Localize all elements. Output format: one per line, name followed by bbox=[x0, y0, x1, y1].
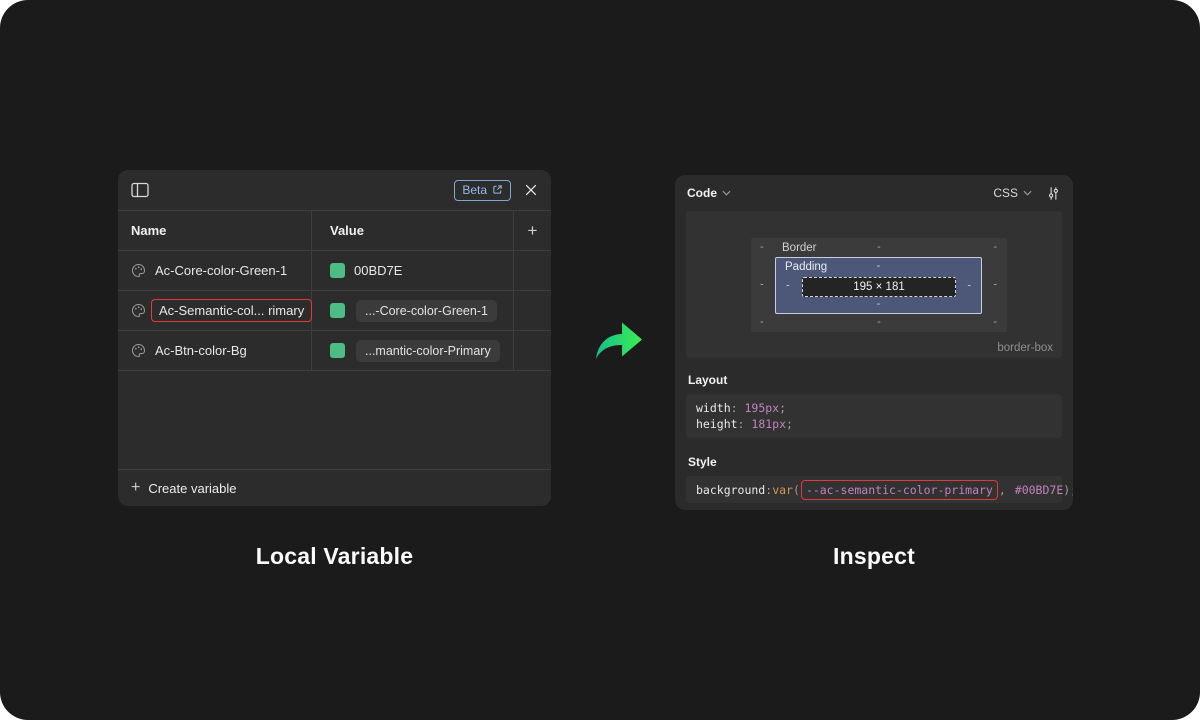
fallback-hex-value: #00BD7E bbox=[1015, 482, 1063, 498]
variable-value-cell[interactable]: ...-Core-color-Green-1 bbox=[312, 291, 514, 330]
padding-right-value: - bbox=[967, 280, 971, 291]
variable-name-cell[interactable]: Ac-Btn-color-Bg bbox=[118, 331, 312, 370]
border-bottom-value: - bbox=[877, 317, 881, 328]
palette-icon bbox=[131, 343, 146, 358]
create-variable-label: Create variable bbox=[148, 481, 236, 496]
beta-badge[interactable]: Beta bbox=[454, 180, 511, 201]
variable-value-cell[interactable]: 00BD7E bbox=[312, 251, 514, 290]
variable-name-cell[interactable]: Ac-Core-color-Green-1 bbox=[118, 251, 312, 290]
green-arrow bbox=[592, 317, 644, 363]
color-swatch[interactable] bbox=[330, 263, 345, 278]
border-right-value: - bbox=[993, 280, 997, 291]
annotation-highlight-box: --ac-semantic-color-primary bbox=[801, 480, 998, 500]
var-function: var bbox=[772, 482, 793, 498]
inspect-panel: Code CSS bbox=[675, 175, 1073, 510]
palette-icon bbox=[131, 303, 146, 318]
chevron-down-icon[interactable] bbox=[722, 190, 731, 196]
css-language-dropdown[interactable]: CSS bbox=[993, 186, 1018, 200]
variable-alias-pill[interactable]: ...-Core-color-Green-1 bbox=[356, 300, 497, 322]
code-line-width: width: 195px; bbox=[696, 400, 1052, 416]
table-empty-area bbox=[118, 371, 551, 469]
border-top-value: - bbox=[877, 242, 881, 253]
layout-section-title: Layout bbox=[688, 373, 1060, 387]
plus-icon: + bbox=[131, 480, 140, 496]
row-extra-cell bbox=[514, 251, 551, 290]
content-dimensions: 195 × 181 bbox=[853, 281, 904, 293]
variable-value-cell[interactable]: ...mantic-color-Primary bbox=[312, 331, 514, 370]
beta-badge-label: Beta bbox=[462, 183, 487, 197]
style-code-block: background: var(--ac-semantic-color-prim… bbox=[686, 476, 1062, 503]
layout-code-block: width: 195px; height: 181px; bbox=[686, 394, 1062, 438]
border-radius-value: - bbox=[760, 242, 764, 253]
left-caption: Local Variable bbox=[118, 543, 551, 570]
table-header-row: Name Value + bbox=[118, 211, 551, 251]
border-radius-value: - bbox=[760, 317, 764, 328]
border-left-value: - bbox=[760, 280, 764, 291]
annotation-highlight-box: Ac-Semantic-col... rimary bbox=[151, 299, 312, 322]
create-variable-button[interactable]: + Create variable bbox=[118, 469, 551, 506]
color-swatch[interactable] bbox=[330, 343, 345, 358]
variables-panel-header: Beta bbox=[118, 170, 551, 211]
column-header-value: Value bbox=[312, 211, 514, 250]
css-property: background bbox=[696, 482, 765, 498]
external-link-icon bbox=[492, 184, 503, 195]
style-section-title: Style bbox=[688, 455, 1060, 469]
box-sizing-label: border-box bbox=[997, 342, 1053, 354]
row-extra-cell bbox=[514, 291, 551, 330]
variable-name-cell[interactable]: Ac-Semantic-col... rimary bbox=[118, 291, 312, 330]
padding-bottom-value: - bbox=[877, 299, 881, 310]
variable-name: Ac-Semantic-col... rimary bbox=[159, 303, 304, 318]
table-row[interactable]: Ac-Semantic-col... rimary ...-Core-color… bbox=[118, 291, 551, 331]
color-swatch[interactable] bbox=[330, 303, 345, 318]
code-dropdown[interactable]: Code bbox=[687, 186, 717, 200]
variable-alias-pill[interactable]: ...mantic-color-Primary bbox=[356, 340, 500, 362]
table-row[interactable]: Ac-Core-color-Green-1 00BD7E bbox=[118, 251, 551, 291]
content-size-box: 195 × 181 bbox=[802, 277, 956, 297]
table-row[interactable]: Ac-Btn-color-Bg ...mantic-color-Primary bbox=[118, 331, 551, 371]
dark-background: Beta Name Value + bbox=[0, 0, 1200, 720]
column-header-name: Name bbox=[118, 211, 312, 250]
padding-top-value: - bbox=[877, 261, 881, 272]
padding-box: Padding - - - - 195 × 181 bbox=[775, 257, 982, 314]
right-caption: Inspect bbox=[675, 543, 1073, 570]
code-line-height: height: 181px; bbox=[696, 416, 1052, 432]
border-box: - Border - - - - - - - Padding - - - - bbox=[751, 238, 1007, 332]
border-label: Border bbox=[782, 242, 817, 254]
palette-icon bbox=[131, 263, 146, 278]
variable-name: Ac-Btn-color-Bg bbox=[155, 343, 247, 358]
inspect-panel-header: Code CSS bbox=[675, 175, 1073, 211]
css-variable-name: --ac-semantic-color-primary bbox=[806, 482, 993, 498]
page: Beta Name Value + bbox=[0, 0, 1200, 720]
local-variables-panel: Beta Name Value + bbox=[118, 170, 551, 506]
add-variable-column-button[interactable]: + bbox=[514, 211, 551, 250]
variable-name: Ac-Core-color-Green-1 bbox=[155, 263, 287, 278]
sidebar-toggle-icon[interactable] bbox=[131, 182, 149, 198]
close-icon[interactable] bbox=[524, 183, 538, 197]
box-model-diagram: - Border - - - - - - - Padding - - - - bbox=[686, 211, 1062, 358]
plus-icon: + bbox=[528, 222, 538, 239]
padding-label: Padding bbox=[785, 261, 827, 273]
padding-left-value: - bbox=[786, 280, 790, 291]
settings-sliders-icon[interactable] bbox=[1046, 186, 1061, 201]
variable-value: 00BD7E bbox=[354, 263, 402, 278]
border-radius-value: - bbox=[993, 317, 997, 328]
border-radius-value: - bbox=[993, 242, 997, 253]
chevron-down-icon[interactable] bbox=[1023, 190, 1032, 196]
row-extra-cell bbox=[514, 331, 551, 370]
